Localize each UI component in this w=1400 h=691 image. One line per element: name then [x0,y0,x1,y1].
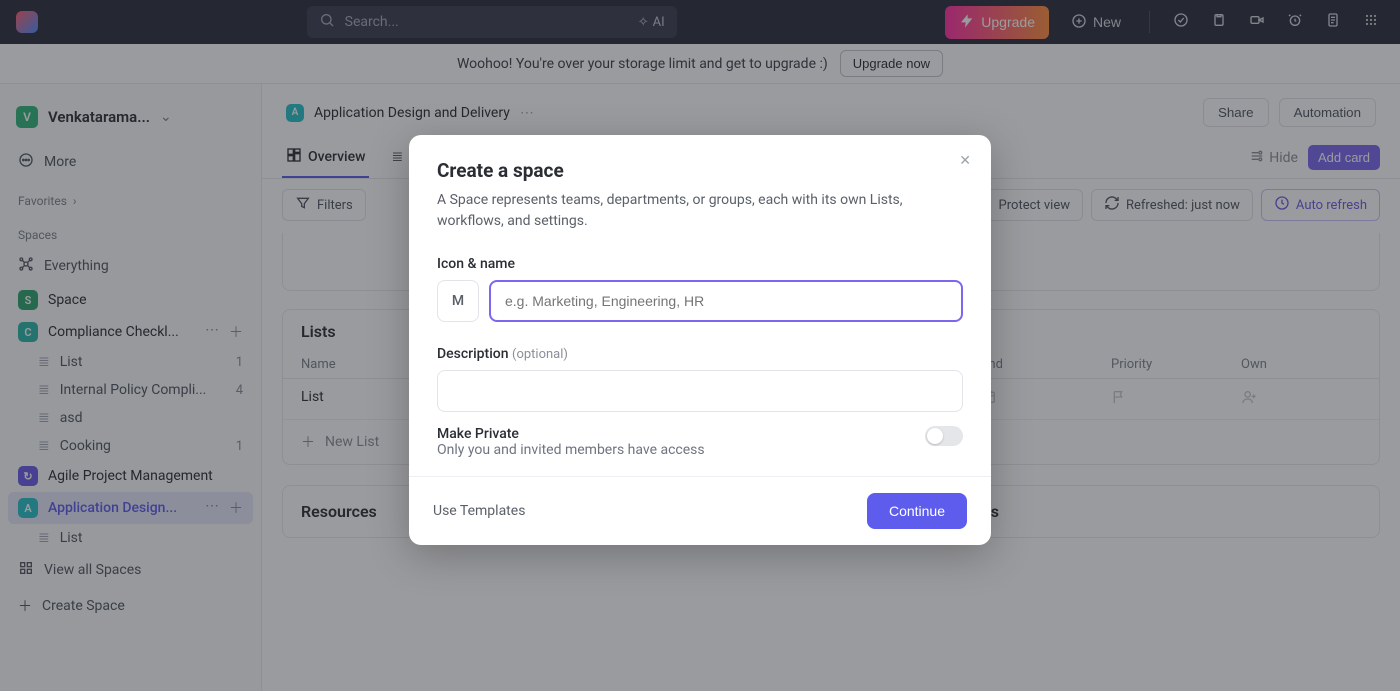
private-toggle[interactable] [925,426,963,446]
space-name-input[interactable] [489,280,963,322]
private-title: Make Private [437,426,705,442]
space-icon-picker[interactable]: M [437,280,479,322]
create-space-modal: ✕ Create a space A Space represents team… [409,135,991,545]
modal-overlay[interactable]: ✕ Create a space A Space represents team… [0,0,1400,691]
close-icon[interactable]: ✕ [959,153,971,169]
continue-button[interactable]: Continue [867,493,967,529]
description-label: Description (optional) [437,346,963,362]
use-templates-button[interactable]: Use Templates [433,503,525,519]
modal-title: Create a space [437,159,963,182]
icon-name-label: Icon & name [437,256,963,272]
private-subtitle: Only you and invited members have access [437,442,705,458]
description-input[interactable] [437,370,963,412]
modal-subtitle: A Space represents teams, departments, o… [437,190,963,232]
